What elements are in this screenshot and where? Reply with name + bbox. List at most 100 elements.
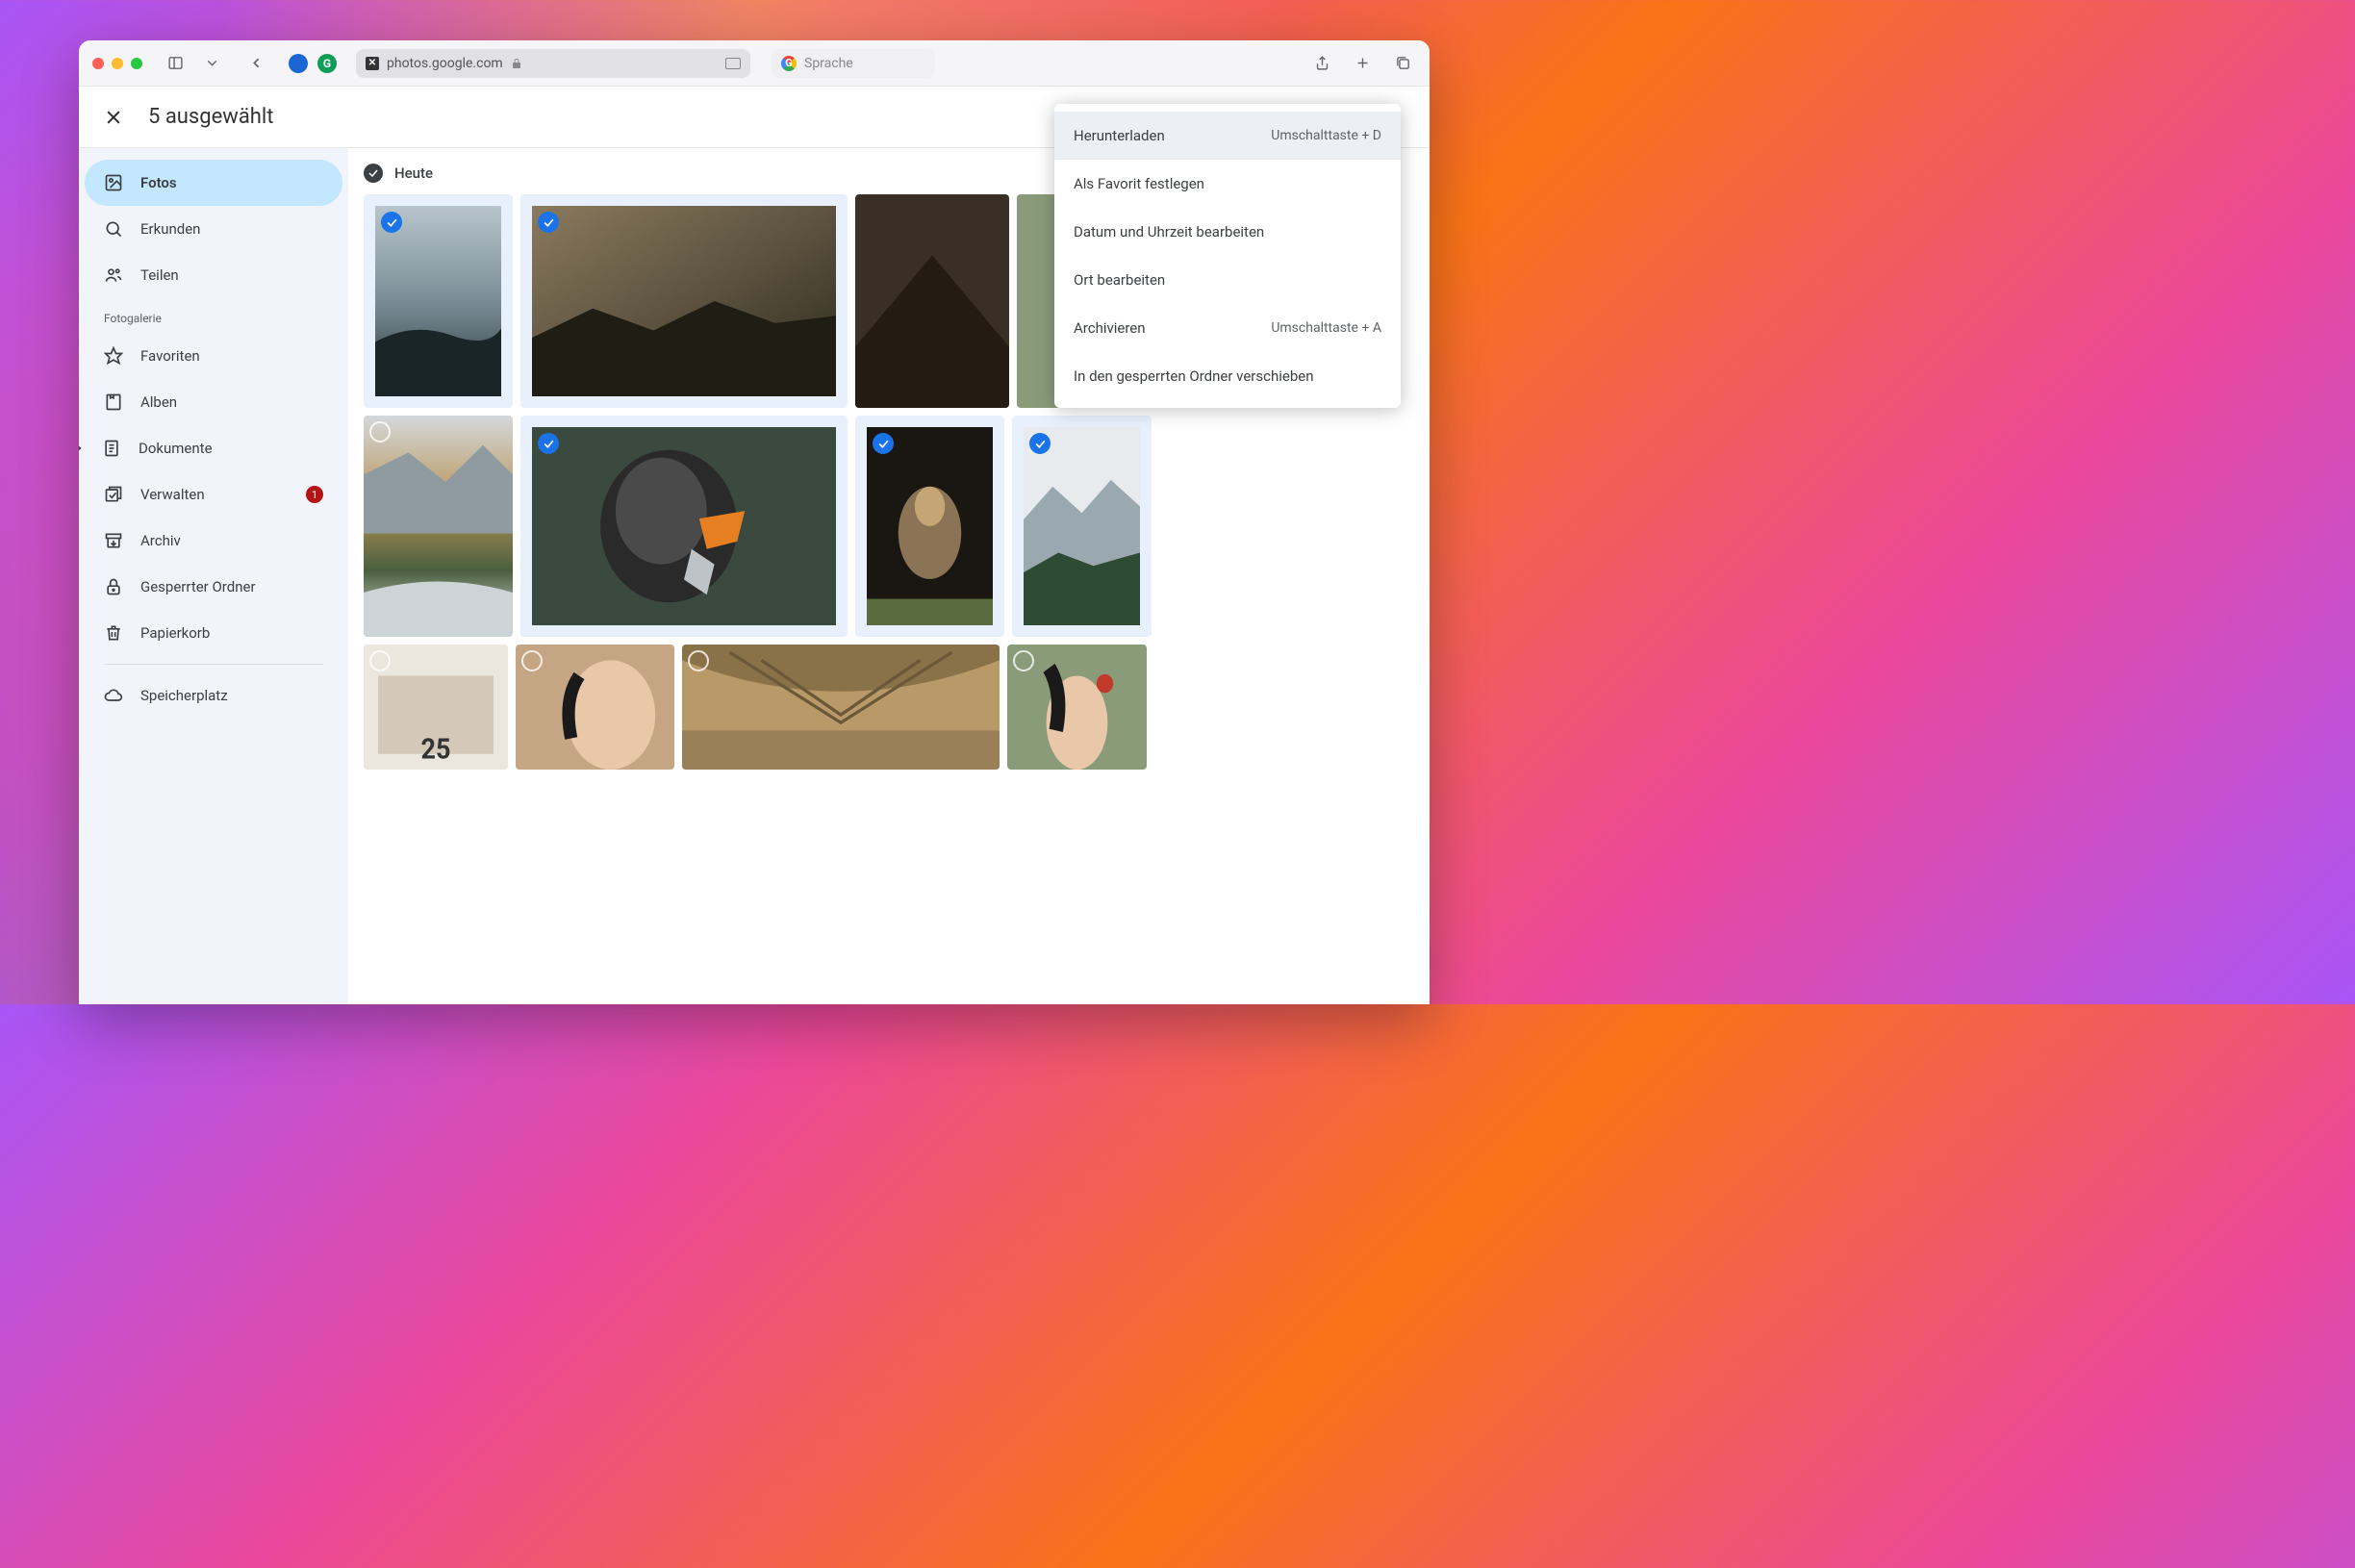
image-icon	[104, 173, 123, 192]
photo-thumbnail[interactable]	[364, 194, 513, 408]
share-button[interactable]	[1308, 50, 1335, 77]
photo-thumbnail[interactable]	[1007, 645, 1147, 770]
album-icon	[104, 392, 123, 412]
sidebar-item-share[interactable]: Teilen	[85, 252, 342, 298]
selected-check-icon[interactable]	[538, 433, 559, 454]
sidebar-label: Verwalten	[140, 486, 205, 503]
grammarly-icon[interactable]: G	[317, 54, 337, 73]
sidebar-label: Gesperrter Ordner	[140, 578, 256, 595]
new-tab-button[interactable]	[1349, 50, 1376, 77]
sidebar-item-storage[interactable]: Speicherplatz	[85, 672, 342, 719]
site-favicon: ✕	[366, 57, 379, 70]
sidebar: Fotos Erkunden Teilen Fotogalerie Favori…	[79, 148, 348, 1004]
photo-thumbnail[interactable]	[364, 416, 513, 637]
unselected-check-icon[interactable]	[369, 650, 391, 671]
sidebar-divider	[104, 664, 323, 665]
sidebar-item-documents[interactable]: Dokumente	[85, 425, 342, 471]
archive-icon	[104, 531, 123, 550]
photo-thumbnail[interactable]	[516, 645, 674, 770]
menu-label: Als Favorit festlegen	[1074, 175, 1204, 192]
titlebar: G ✕ photos.google.com Sprache	[79, 40, 1430, 87]
document-icon	[102, 439, 121, 458]
sidebar-item-photos[interactable]: Fotos	[85, 160, 342, 206]
sidebar-label: Fotos	[140, 174, 177, 191]
photo-thumbnail[interactable]	[855, 194, 1009, 408]
date-check-icon[interactable]	[364, 164, 383, 183]
selected-check-icon[interactable]	[381, 212, 402, 233]
sidebar-item-locked[interactable]: Gesperrter Ordner	[85, 564, 342, 610]
sidebar-item-favorites[interactable]: Favoriten	[85, 333, 342, 379]
photo-thumbnail[interactable]	[520, 416, 848, 637]
menu-item-locked-folder[interactable]: In den gesperrten Ordner verschieben	[1054, 352, 1401, 400]
menu-item-favorite[interactable]: Als Favorit festlegen	[1054, 160, 1401, 208]
extension-icon-1[interactable]	[289, 54, 308, 73]
people-icon	[104, 266, 123, 285]
sidebar-item-trash[interactable]: Papierkorb	[85, 610, 342, 656]
photo-image	[867, 427, 993, 625]
minimize-window-button[interactable]	[112, 58, 123, 69]
sidebar-label: Teilen	[140, 266, 179, 284]
google-icon	[781, 56, 797, 71]
menu-label: Archivieren	[1074, 319, 1146, 337]
star-icon	[104, 346, 123, 366]
menu-item-archive[interactable]: Archivieren Umschalttaste + A	[1054, 304, 1401, 352]
sidebar-label: Papierkorb	[140, 624, 210, 642]
dropdown-icon[interactable]	[198, 50, 225, 77]
sidebar-item-albums[interactable]: Alben	[85, 379, 342, 425]
photo-thumbnail[interactable]: 25	[364, 645, 508, 770]
menu-item-download[interactable]: Herunterladen Umschalttaste + D	[1054, 112, 1401, 160]
menu-label: Ort bearbeiten	[1074, 271, 1165, 289]
reader-icon[interactable]	[725, 58, 741, 69]
chevron-right-icon	[79, 439, 85, 458]
maximize-window-button[interactable]	[131, 58, 142, 69]
manage-icon	[104, 485, 123, 504]
sidebar-label: Speicherplatz	[140, 687, 228, 704]
photo-image	[364, 416, 513, 637]
search-bar[interactable]: Sprache	[772, 49, 935, 78]
menu-label: Datum und Uhrzeit bearbeiten	[1074, 223, 1264, 240]
photo-image	[375, 206, 501, 396]
date-label: Heute	[394, 164, 433, 182]
photo-thumbnail[interactable]	[682, 645, 1000, 770]
unselected-check-icon[interactable]	[1013, 650, 1034, 671]
menu-shortcut: Umschalttaste + D	[1271, 128, 1381, 143]
sidebar-label: Favoriten	[140, 347, 200, 365]
deselect-button[interactable]	[102, 106, 125, 129]
menu-item-datetime[interactable]: Datum und Uhrzeit bearbeiten	[1054, 208, 1401, 256]
unselected-check-icon[interactable]	[369, 421, 391, 443]
context-menu: Herunterladen Umschalttaste + D Als Favo…	[1054, 104, 1401, 408]
search-placeholder: Sprache	[804, 56, 853, 71]
traffic-lights	[92, 58, 142, 69]
photo-image	[1024, 427, 1140, 625]
unselected-check-icon[interactable]	[688, 650, 709, 671]
sidebar-item-archive[interactable]: Archiv	[85, 518, 342, 564]
lock-icon	[104, 577, 123, 596]
photo-thumbnail[interactable]	[520, 194, 848, 408]
tabs-button[interactable]	[1389, 50, 1416, 77]
back-button[interactable]	[242, 50, 269, 77]
url-text: photos.google.com	[387, 56, 503, 71]
close-window-button[interactable]	[92, 58, 104, 69]
selection-count: 5 ausgewählt	[148, 105, 273, 129]
photo-image	[532, 206, 836, 396]
photo-thumbnail[interactable]	[1012, 416, 1152, 637]
sidebar-label: Dokumente	[139, 440, 213, 457]
menu-label: In den gesperrten Ordner verschieben	[1074, 367, 1314, 385]
sidebar-item-explore[interactable]: Erkunden	[85, 206, 342, 252]
menu-item-location[interactable]: Ort bearbeiten	[1054, 256, 1401, 304]
address-bar[interactable]: ✕ photos.google.com	[356, 49, 750, 78]
menu-shortcut: Umschalttaste + A	[1271, 320, 1381, 336]
unselected-check-icon[interactable]	[521, 650, 543, 671]
sidebar-item-manage[interactable]: Verwalten 1	[85, 471, 342, 518]
cloud-icon	[104, 686, 123, 705]
selected-check-icon[interactable]	[1029, 433, 1051, 454]
photo-image	[682, 645, 1000, 770]
photo-image	[532, 427, 836, 625]
selected-check-icon[interactable]	[538, 212, 559, 233]
sidebar-label: Erkunden	[140, 220, 200, 238]
trash-icon	[104, 623, 123, 643]
sidebar-label: Archiv	[140, 532, 181, 549]
sidebar-toggle-button[interactable]	[162, 50, 189, 77]
photo-thumbnail[interactable]	[855, 416, 1004, 637]
selected-check-icon[interactable]	[873, 433, 894, 454]
